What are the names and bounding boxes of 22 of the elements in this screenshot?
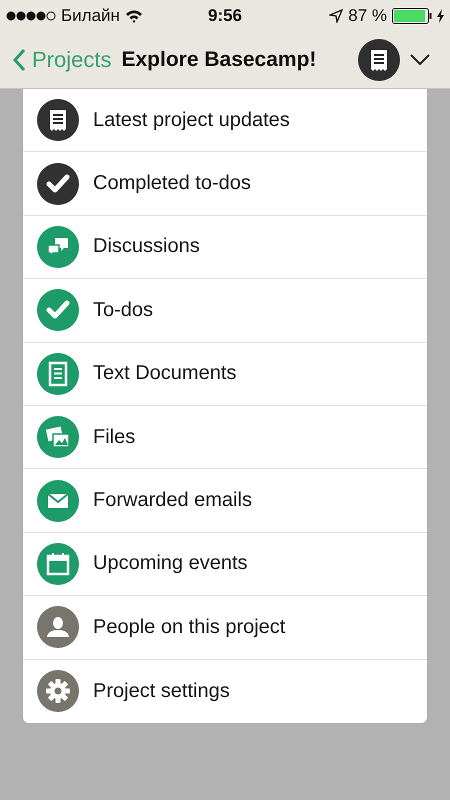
menu-item[interactable]: Files	[23, 406, 427, 470]
chevron-left-icon	[12, 48, 26, 72]
receipt-icon[interactable]	[358, 39, 400, 81]
wifi-icon	[124, 9, 143, 23]
menu-item[interactable]: To-dos	[23, 279, 427, 343]
menu-item[interactable]: Discussions	[23, 216, 427, 280]
menu-item[interactable]: Latest project updates	[23, 89, 427, 152]
menu-item[interactable]: Completed to-dos	[23, 152, 427, 216]
menu-item[interactable]: Project settings	[23, 660, 427, 723]
chevron-down-icon[interactable]	[410, 54, 430, 66]
carrier-name: Билайн	[61, 6, 120, 26]
battery-icon	[392, 8, 432, 24]
location-arrow-icon	[329, 9, 344, 23]
signal-icon	[6, 11, 56, 21]
project-title: Explore Basecamp!	[121, 48, 318, 72]
battery-percentage: 87 %	[348, 6, 387, 26]
menu-item[interactable]: Text Documents	[23, 342, 427, 406]
menu-item[interactable]: People on this project	[23, 596, 427, 660]
menu-item[interactable]: Forwarded emails	[23, 469, 427, 533]
clock-time: 9:56	[208, 6, 242, 26]
charging-bolt-icon	[437, 9, 444, 23]
menu-item[interactable]: Upcoming events	[23, 532, 427, 596]
